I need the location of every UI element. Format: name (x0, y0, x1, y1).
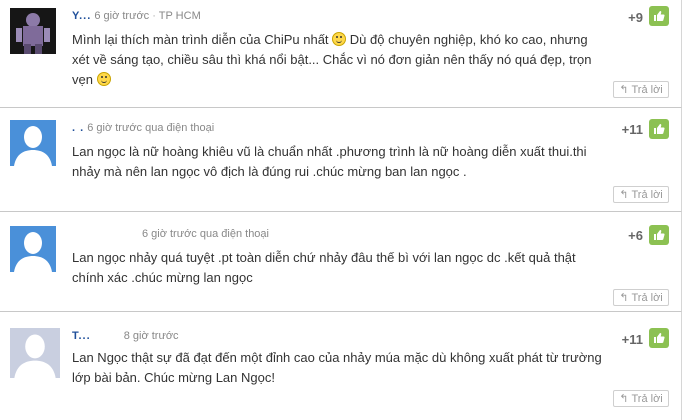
reply-button[interactable]: ↰ Trả lời (613, 186, 669, 203)
comment-meta: . . 6 giờ trước qua điện thoại (72, 122, 214, 134)
thumbs-up-icon (654, 333, 665, 343)
comment-meta: 6 giờ trước qua điện thoại (72, 228, 269, 240)
comment-item: 6 giờ trước qua điện thoại Lan ngọc nhảy… (0, 212, 682, 312)
comment-location: TP HCM (158, 10, 201, 22)
comment-time: 8 giờ trước (123, 330, 179, 342)
default-avatar-icon (10, 328, 60, 378)
commenter-name[interactable]: Y... (72, 10, 91, 22)
reply-arrow-icon: ↰ (619, 84, 629, 96)
like-button[interactable] (649, 328, 669, 348)
smiley-icon (96, 72, 111, 86)
default-avatar-icon (10, 226, 56, 272)
comment-time: 6 giờ trước (142, 228, 197, 240)
comment-text: Lan Ngọc thật sự đã đạt đến một đỉnh cao… (72, 350, 602, 385)
thumbs-up-icon (654, 124, 665, 134)
reply-button[interactable]: ↰ Trả lời (613, 289, 669, 306)
like-button[interactable] (649, 225, 669, 245)
avatar[interactable] (10, 120, 56, 166)
commenter-name[interactable]: . . (72, 122, 84, 134)
like-count: +11 (621, 332, 643, 347)
thumbs-up-icon (654, 230, 665, 240)
avatar[interactable] (10, 328, 60, 378)
smiley-icon (332, 32, 347, 46)
default-avatar-icon (10, 120, 56, 166)
commenter-name[interactable]: T... (72, 330, 91, 342)
comment-text: Lan ngọc là nữ hoàng khiêu vũ là chuẩn n… (72, 144, 587, 179)
reply-button[interactable]: ↰ Trả lời (613, 390, 669, 407)
comment-location: qua điện thoại (199, 228, 269, 240)
comment-meta: T... 8 giờ trước (72, 330, 179, 342)
like-count: +9 (628, 10, 643, 25)
comment-time: 6 giờ trước (87, 122, 143, 134)
comment-text: Mình lại thích màn trình diễn của ChiPu … (72, 32, 592, 87)
avatar-photo-icon (10, 8, 56, 54)
comment-text: Lan ngọc nhảy quá tuyệt .pt toàn diễn ch… (72, 250, 576, 285)
reply-button[interactable]: ↰ Trả lời (613, 81, 669, 98)
thumbs-up-icon (654, 11, 665, 21)
reply-arrow-icon: ↰ (619, 393, 629, 405)
comment-item: . . 6 giờ trước qua điện thoại Lan ngọc … (0, 108, 682, 212)
like-count: +11 (621, 122, 643, 137)
avatar[interactable] (10, 226, 56, 272)
like-button[interactable] (649, 119, 669, 139)
reply-arrow-icon: ↰ (619, 292, 629, 304)
comment-location: qua điện thoại (145, 122, 215, 134)
like-button[interactable] (649, 6, 669, 26)
comment-item: Y... 6 giờ trước · TP HCM Mình lại thích… (0, 0, 682, 108)
comment-time: 6 giờ trước (94, 10, 150, 22)
avatar[interactable] (10, 8, 56, 54)
comment-item: T... 8 giờ trước Lan Ngọc thật sự đã đạt… (0, 312, 682, 420)
reply-arrow-icon: ↰ (619, 189, 629, 201)
comment-meta: Y... 6 giờ trước · TP HCM (72, 10, 201, 22)
like-count: +6 (628, 228, 643, 243)
